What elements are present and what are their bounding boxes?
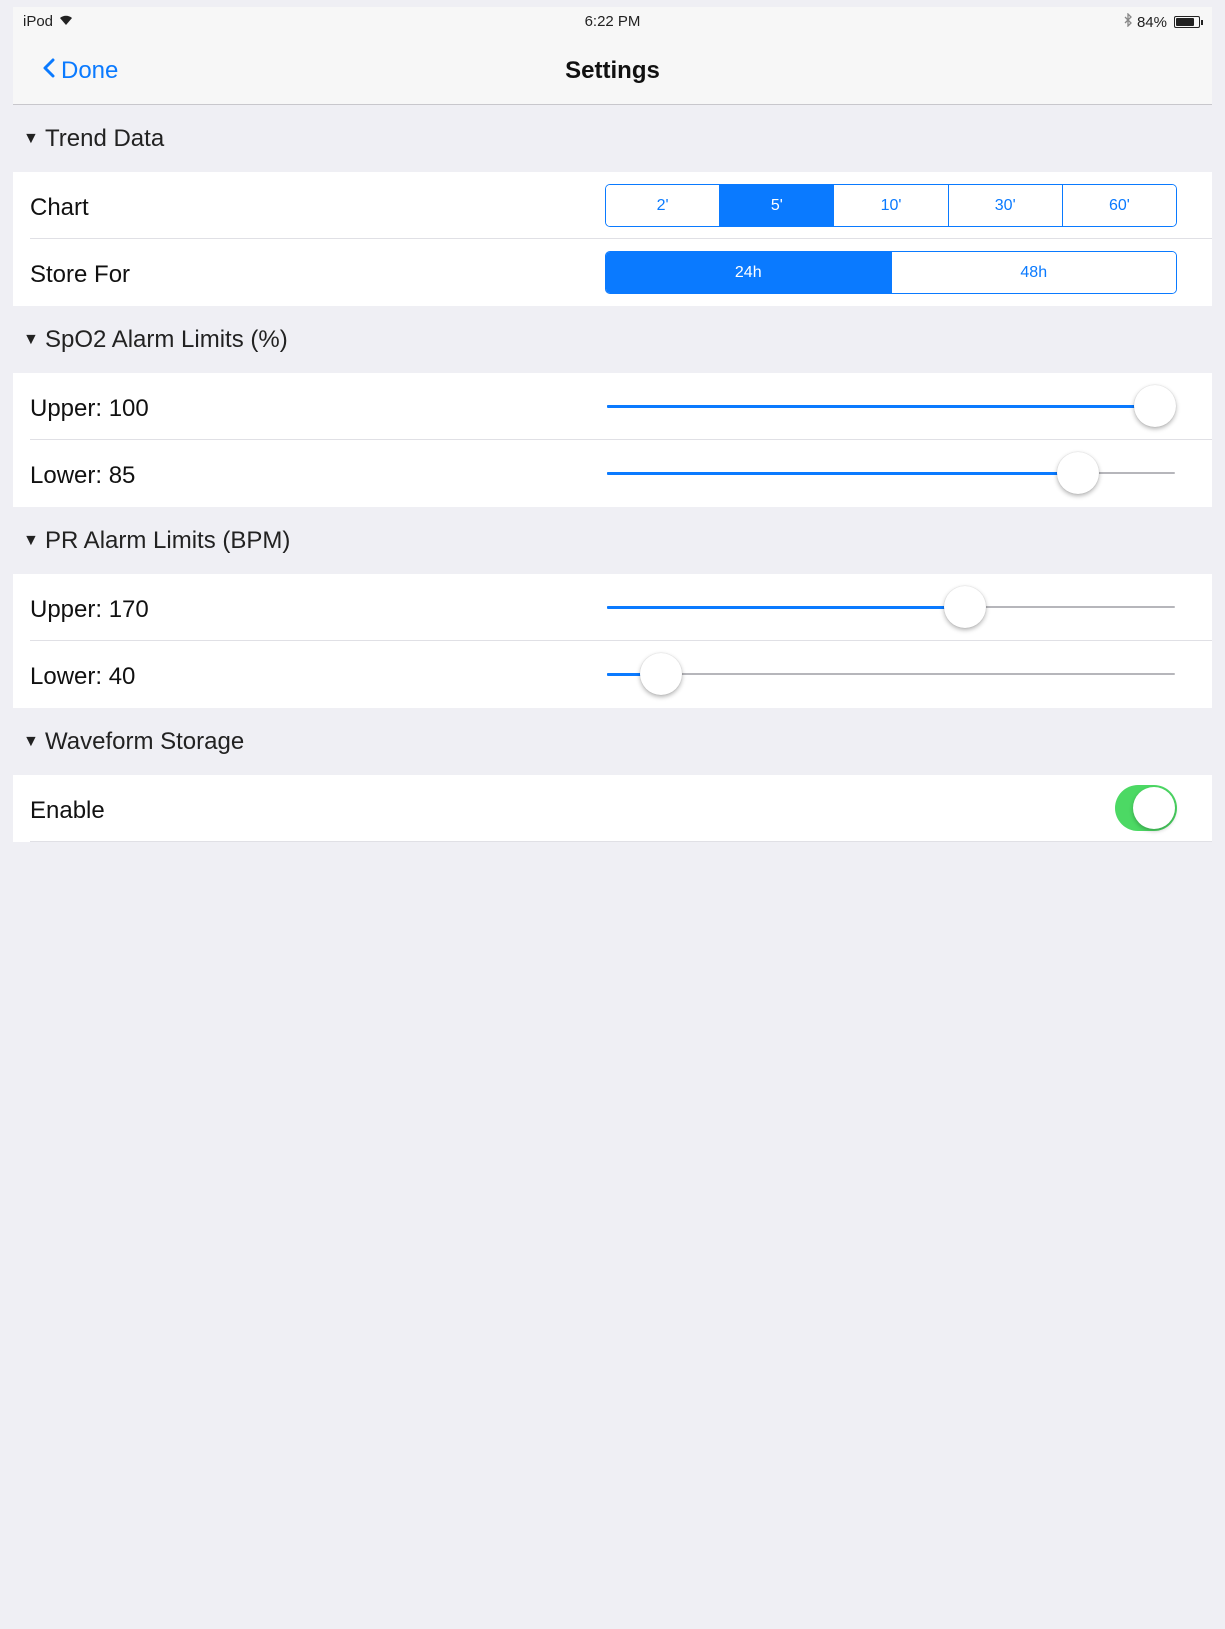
spo2-upper-slider[interactable]	[607, 385, 1177, 427]
navigation-bar: Done Settings	[13, 39, 1212, 105]
pr-lower-slider[interactable]	[607, 653, 1175, 695]
pr-upper-row: Upper: 170	[13, 574, 1212, 641]
spo2-upper-row: Upper: 100	[13, 373, 1212, 440]
bluetooth-icon	[1123, 12, 1133, 31]
section-header-spo2[interactable]: ▼ SpO2 Alarm Limits (%)	[13, 306, 1212, 373]
segment-option[interactable]: 30'	[948, 185, 1063, 226]
section-header-waveform[interactable]: ▼ Waveform Storage	[13, 708, 1212, 775]
row-label: Upper: 100	[30, 395, 149, 422]
battery-icon	[1174, 16, 1203, 28]
section-header-trend[interactable]: ▼ Trend Data	[13, 105, 1212, 172]
spo2-lower-slider[interactable]	[607, 452, 1175, 494]
section-title: SpO2 Alarm Limits (%)	[45, 325, 288, 353]
enable-row: Enable	[13, 775, 1212, 842]
disclosure-triangle-icon: ▼	[23, 531, 39, 549]
status-bar: iPod 6:22 PM 84%	[13, 7, 1212, 39]
chart-row: Chart 2' 5' 10' 30' 60'	[13, 172, 1212, 239]
slider-fill	[607, 472, 1079, 475]
battery-fill	[1176, 18, 1194, 26]
section-title: Waveform Storage	[45, 727, 245, 755]
segment-option[interactable]: 60'	[1062, 185, 1176, 226]
disclosure-triangle-icon: ▼	[23, 732, 39, 750]
spo2-lower-row: Lower: 85	[13, 440, 1212, 507]
disclosure-triangle-icon: ▼	[23, 129, 39, 147]
pr-upper-slider[interactable]	[607, 586, 1175, 628]
slider-thumb[interactable]	[1134, 385, 1177, 427]
slider-fill	[607, 606, 965, 609]
row-label: Lower: 85	[30, 462, 136, 489]
slider-thumb[interactable]	[639, 653, 682, 695]
slider-thumb[interactable]	[943, 586, 986, 628]
slider-fill	[607, 405, 1156, 408]
pr-lower-row: Lower: 40	[13, 641, 1212, 708]
row-label: Store For	[30, 261, 131, 288]
segment-option[interactable]: 24h	[606, 252, 892, 293]
segment-option[interactable]: 48h	[891, 252, 1176, 293]
slider-thumb[interactable]	[1057, 452, 1100, 494]
store-for-row: Store For 24h 48h	[13, 239, 1212, 306]
row-label: Lower: 40	[30, 663, 136, 690]
toggle-knob	[1133, 787, 1175, 829]
status-time: 6:22 PM	[584, 13, 641, 30]
row-label: Enable	[30, 797, 105, 824]
row-label: Chart	[30, 194, 89, 221]
battery-percent: 84%	[1136, 13, 1167, 31]
disclosure-triangle-icon: ▼	[23, 330, 39, 348]
segment-option[interactable]: 5'	[720, 185, 835, 226]
store-duration-segmented-control: 24h 48h	[605, 251, 1177, 294]
settings-content: ▼ Trend Data Chart 2' 5' 10' 30' 60' Store F…	[13, 105, 1212, 842]
segment-option[interactable]: 10'	[834, 185, 949, 226]
page-title: Settings	[565, 57, 660, 84]
waveform-storage-toggle[interactable]	[1115, 785, 1177, 831]
row-label: Upper: 170	[30, 596, 149, 623]
section-title: Trend Data	[45, 124, 165, 152]
section-header-pr[interactable]: ▼ PR Alarm Limits (BPM)	[13, 507, 1212, 574]
chart-interval-segmented-control: 2' 5' 10' 30' 60'	[605, 184, 1177, 227]
settings-screen: iPod 6:22 PM 84% Done Settings ▼ Trend D…	[13, 7, 1212, 1629]
segment-option[interactable]: 2'	[606, 185, 721, 226]
section-title: PR Alarm Limits (BPM)	[45, 526, 291, 554]
